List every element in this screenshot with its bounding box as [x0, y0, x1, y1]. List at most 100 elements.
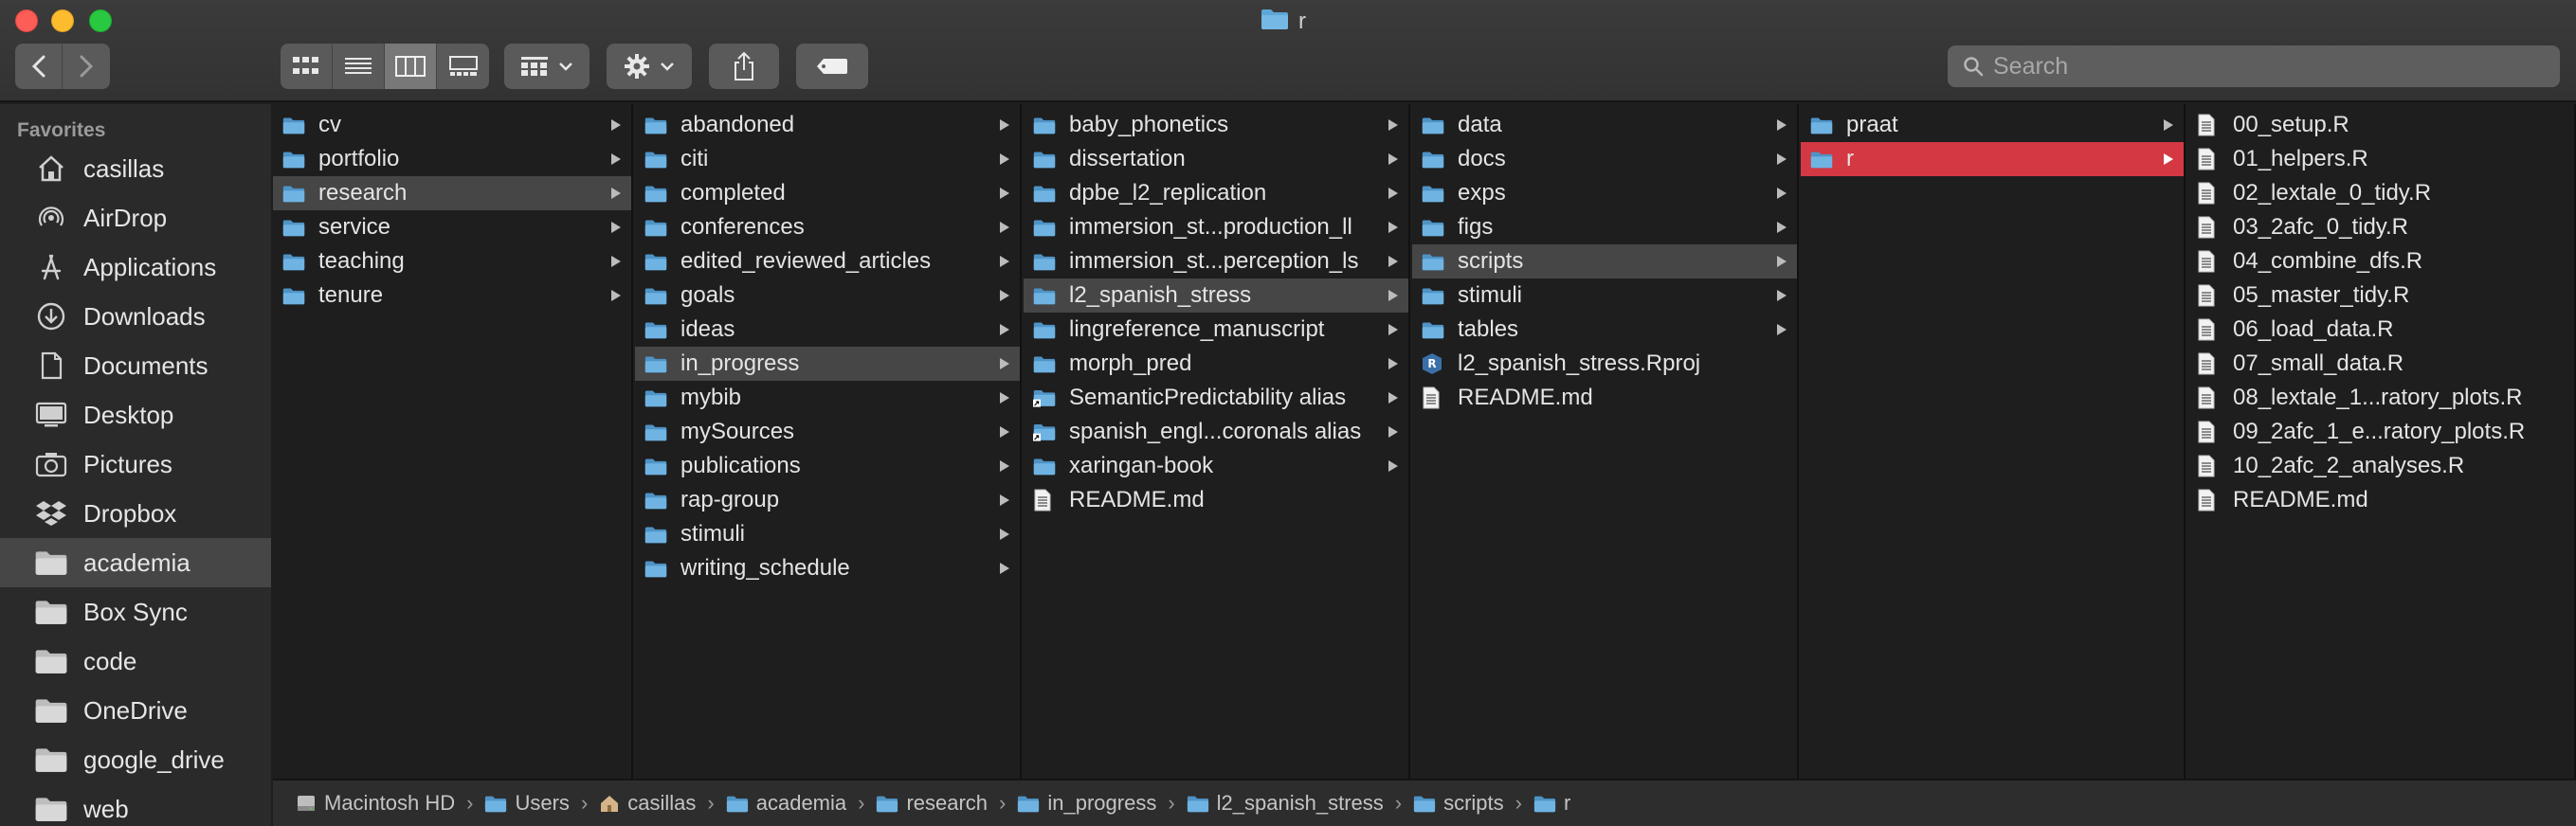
folder-item[interactable]: portfolio — [273, 142, 631, 176]
browser-column[interactable]: praat r — [1801, 104, 2186, 779]
sidebar-item-downloads[interactable]: Downloads — [0, 292, 271, 341]
file-item[interactable]: 04_combine_dfs.R — [2187, 244, 2574, 278]
search-field[interactable] — [1948, 45, 2560, 87]
file-item[interactable]: README.md — [1412, 381, 1797, 415]
folder-item[interactable]: immersion_st...perception_ls — [1024, 244, 1408, 278]
browser-column[interactable]: 00_setup.R 01_helpers.R 02_lextale_0_tidy.… — [2187, 104, 2576, 779]
tag-button[interactable] — [796, 44, 868, 89]
folder-item[interactable]: tenure — [273, 278, 631, 313]
sidebar-item-code[interactable]: code — [0, 637, 271, 686]
folder-item[interactable]: publications — [635, 449, 1020, 483]
forward-button[interactable] — [63, 44, 110, 89]
list-view-button[interactable] — [333, 44, 385, 89]
folder-item[interactable]: immersion_st...production_ll — [1024, 210, 1408, 244]
folder-item[interactable]: tables — [1412, 313, 1797, 347]
group-by-button[interactable] — [504, 44, 590, 89]
folder-item[interactable]: scripts — [1412, 244, 1797, 278]
folder-item[interactable]: citi — [635, 142, 1020, 176]
folder-item[interactable]: cv — [273, 108, 631, 142]
folder-item[interactable]: ideas — [635, 313, 1020, 347]
sidebar-item-casillas[interactable]: casillas — [0, 144, 271, 193]
share-button[interactable] — [709, 44, 779, 89]
zoom-window-button[interactable] — [89, 9, 112, 32]
file-item[interactable]: 01_helpers.R — [2187, 142, 2574, 176]
file-item[interactable]: 08_lextale_1...ratory_plots.R — [2187, 381, 2574, 415]
folder-item[interactable]: docs — [1412, 142, 1797, 176]
folder-item[interactable]: goals — [635, 278, 1020, 313]
sidebar-item-web[interactable]: web — [0, 784, 271, 826]
file-item[interactable]: 10_2afc_2_analyses.R — [2187, 449, 2574, 483]
folder-item[interactable]: lingreference_manuscript — [1024, 313, 1408, 347]
file-item[interactable]: Rl2_spanish_stress.Rproj — [1412, 347, 1797, 381]
path-crumb[interactable]: in_progress — [1017, 791, 1156, 816]
folder-item[interactable]: stimuli — [635, 517, 1020, 551]
folder-item[interactable]: completed — [635, 176, 1020, 210]
browser-column[interactable]: cv portfolio research service teaching tenure — [273, 104, 633, 779]
file-item[interactable]: 02_lextale_0_tidy.R — [2187, 176, 2574, 210]
path-crumb[interactable]: academia — [726, 791, 846, 816]
back-button[interactable] — [15, 44, 63, 89]
minimize-window-button[interactable] — [51, 9, 74, 32]
path-crumb[interactable]: research — [876, 791, 988, 816]
folder-item[interactable]: dpbe_l2_replication — [1024, 176, 1408, 210]
folder-item[interactable]: dissertation — [1024, 142, 1408, 176]
folder-item[interactable]: rap-group — [635, 483, 1020, 517]
folder-item[interactable]: edited_reviewed_articles — [635, 244, 1020, 278]
folder-item[interactable]: praat — [1801, 108, 2184, 142]
file-item[interactable]: 03_2afc_0_tidy.R — [2187, 210, 2574, 244]
folder-item[interactable]: xaringan-book — [1024, 449, 1408, 483]
sidebar-item-applications[interactable]: Applications — [0, 242, 271, 292]
folder-item[interactable]: teaching — [273, 244, 631, 278]
folder-icon — [1033, 457, 1056, 476]
sidebar-item-desktop[interactable]: Desktop — [0, 390, 271, 440]
folder-item[interactable]: morph_pred — [1024, 347, 1408, 381]
sidebar-item-onedrive[interactable]: OneDrive — [0, 686, 271, 735]
file-item[interactable]: 09_2afc_1_e...ratory_plots.R — [2187, 415, 2574, 449]
folder-item[interactable]: exps — [1412, 176, 1797, 210]
path-crumb[interactable]: Users — [484, 791, 570, 816]
file-item[interactable]: README.md — [2187, 483, 2574, 517]
folder-item[interactable]: spanish_engl...coronals alias — [1024, 415, 1408, 449]
folder-item[interactable]: writing_schedule — [635, 551, 1020, 585]
folder-item[interactable]: stimuli — [1412, 278, 1797, 313]
sidebar-item-pictures[interactable]: Pictures — [0, 440, 271, 489]
folder-item[interactable]: service — [273, 210, 631, 244]
search-input[interactable] — [1993, 52, 2524, 81]
browser-column[interactable]: abandoned citi completed conferences edited_… — [635, 104, 1022, 779]
file-item[interactable]: 05_master_tidy.R — [2187, 278, 2574, 313]
browser-column[interactable]: data docs exps figs scripts stimuli tables Rl2_… — [1412, 104, 1799, 779]
folder-item[interactable]: mySources — [635, 415, 1020, 449]
sidebar-item-box-sync[interactable]: Box Sync — [0, 587, 271, 637]
sidebar-item-documents[interactable]: Documents — [0, 341, 271, 390]
path-crumb[interactable]: casillas — [599, 791, 696, 816]
sidebar-item-airdrop[interactable]: AirDrop — [0, 193, 271, 242]
path-crumb[interactable]: l2_spanish_stress — [1187, 791, 1384, 816]
action-button[interactable] — [607, 44, 692, 89]
folder-item[interactable]: abandoned — [635, 108, 1020, 142]
path-crumb[interactable]: r — [1533, 791, 1570, 816]
folder-item[interactable]: in_progress — [635, 347, 1020, 381]
close-window-button[interactable] — [15, 9, 38, 32]
folder-item[interactable]: data — [1412, 108, 1797, 142]
file-item[interactable]: README.md — [1024, 483, 1408, 517]
sidebar-item-google-drive[interactable]: google_drive — [0, 735, 271, 784]
icon-view-button[interactable] — [281, 44, 333, 89]
column-view-button[interactable] — [385, 44, 437, 89]
folder-item[interactable]: mybib — [635, 381, 1020, 415]
folder-item[interactable]: SemanticPredictability alias — [1024, 381, 1408, 415]
browser-column[interactable]: baby_phonetics dissertation dpbe_l2_replic… — [1024, 104, 1410, 779]
folder-item[interactable]: baby_phonetics — [1024, 108, 1408, 142]
folder-item[interactable]: figs — [1412, 210, 1797, 244]
folder-item[interactable]: r — [1801, 142, 2184, 176]
folder-item[interactable]: research — [273, 176, 631, 210]
file-item[interactable]: 00_setup.R — [2187, 108, 2574, 142]
file-item[interactable]: 07_small_data.R — [2187, 347, 2574, 381]
file-item[interactable]: 06_load_data.R — [2187, 313, 2574, 347]
sidebar-item-dropbox[interactable]: Dropbox — [0, 489, 271, 538]
folder-item[interactable]: conferences — [635, 210, 1020, 244]
folder-item[interactable]: l2_spanish_stress — [1024, 278, 1408, 313]
sidebar-item-academia[interactable]: academia — [0, 538, 271, 587]
gallery-view-button[interactable] — [437, 44, 489, 89]
path-crumb[interactable]: scripts — [1413, 791, 1504, 816]
path-crumb[interactable]: Macintosh HD — [296, 791, 455, 816]
